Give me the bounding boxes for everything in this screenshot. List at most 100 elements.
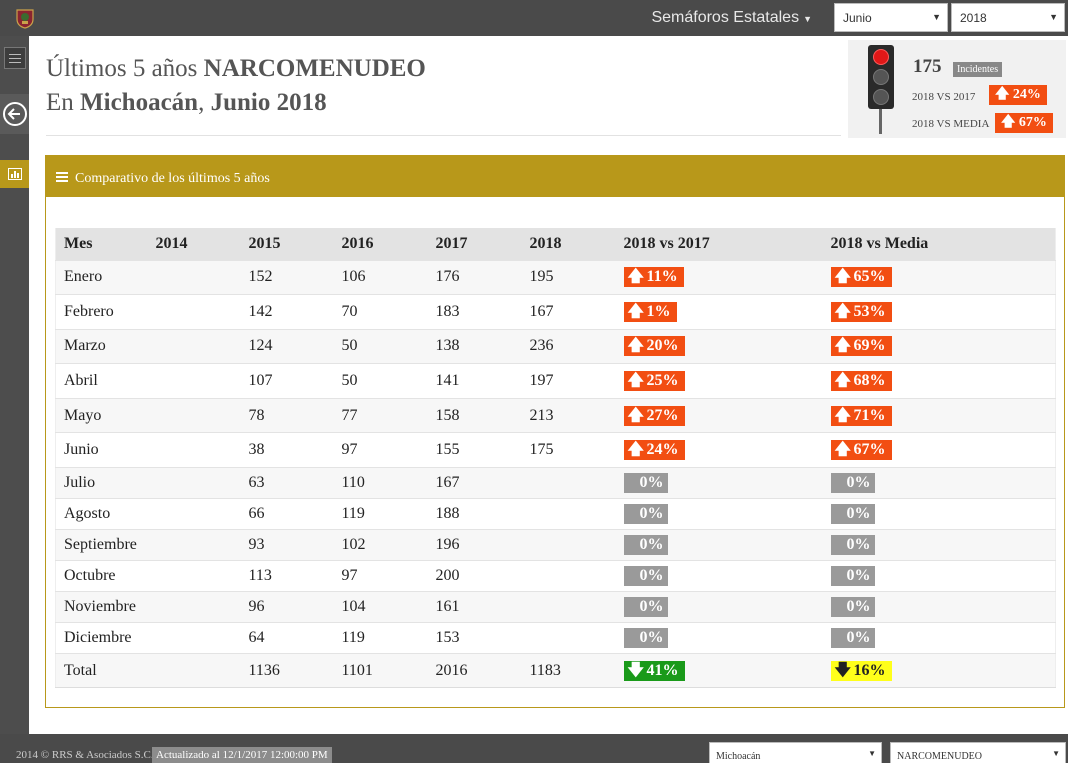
- subtitle-prefix: En: [46, 89, 74, 116]
- vs-mean-label: 2018 VS MEDIA: [912, 118, 990, 130]
- state-select-value: Michoacán: [716, 751, 761, 762]
- state-seal-logo-icon[interactable]: [14, 7, 36, 29]
- page-subtitle: En Michoacán, Junio 2018: [46, 89, 327, 117]
- cell-vsmedia: 0%: [822, 622, 1056, 654]
- change-value: 27%: [646, 406, 679, 424]
- arrow-up-icon: 🡅: [627, 441, 644, 459]
- cell-y2018: 236: [521, 328, 616, 364]
- change-value: 0%: [846, 567, 871, 585]
- cell-y2017: 138: [427, 328, 522, 364]
- change-badge: 🡅 71%: [830, 405, 892, 426]
- nav-dropdown-semaforos[interactable]: Semáforos Estatales ▼: [651, 9, 812, 27]
- cell-y2014: [147, 328, 241, 364]
- cell-y2018: [521, 591, 616, 623]
- change-value: 0%: [846, 474, 871, 492]
- change-value: 25%: [646, 372, 679, 390]
- arrow-down-icon: 🡇: [834, 661, 851, 679]
- cell-vs2017: 0%: [615, 622, 823, 654]
- change-value: 41%: [646, 661, 679, 679]
- subtitle-state: Michoacán: [80, 89, 199, 116]
- cell-y2017: 183: [427, 294, 522, 330]
- year-select-value: 2018: [960, 11, 987, 25]
- cell-y2016: 119: [333, 498, 428, 530]
- traffic-light-yellow: [873, 69, 889, 85]
- cell-y2018: 213: [521, 397, 616, 433]
- change-value: 24%: [646, 441, 679, 459]
- chevron-down-icon: ▼: [1049, 12, 1058, 22]
- sidebar-chart-button[interactable]: [0, 160, 29, 188]
- cell-vsmedia: 0%: [822, 467, 1056, 499]
- table-row: Noviembre 96 104 161 0% 0%: [55, 591, 1056, 623]
- cell-vs2017: 🡅 1%: [615, 294, 823, 330]
- cell-y2015: 78: [240, 397, 334, 433]
- change-value: 71%: [853, 406, 886, 424]
- year-select[interactable]: 2018 ▼: [951, 3, 1065, 32]
- cell-y2015: 64: [240, 622, 334, 654]
- cell-mes: Noviembre: [55, 591, 148, 623]
- vs-mean-badge: 🡅 67%: [995, 113, 1053, 133]
- cell-mes: Total: [55, 653, 148, 688]
- arrow-up-icon: 🡅: [627, 406, 644, 424]
- change-value: 68%: [853, 372, 886, 390]
- cell-vs2017: 0%: [615, 529, 823, 561]
- traffic-light-red: [873, 49, 889, 65]
- table-row: Julio 63 110 167 0% 0%: [55, 467, 1056, 499]
- table-row: Septiembre 93 102 196 0% 0%: [55, 529, 1056, 561]
- top-navbar: Semáforos Estatales ▼ Junio ▼ 2018 ▼: [0, 0, 1068, 36]
- cell-y2015: 66: [240, 498, 334, 530]
- change-value: 53%: [853, 302, 886, 320]
- arrow-up-icon: 🡅: [1001, 115, 1016, 130]
- crime-select[interactable]: NARCOMENUDEO ▼: [890, 742, 1066, 763]
- cell-y2014: [147, 363, 241, 399]
- sidebar-back-button[interactable]: [0, 94, 29, 134]
- cell-mes: Agosto: [55, 498, 148, 530]
- cell-y2018: 175: [521, 432, 616, 468]
- change-badge: 🡅 1%: [623, 301, 677, 322]
- cell-mes: Febrero: [55, 294, 148, 330]
- chevron-down-icon: ▼: [868, 749, 876, 758]
- change-badge: 0%: [623, 628, 668, 649]
- cell-y2015: 113: [240, 560, 334, 592]
- cell-y2016: 97: [333, 560, 428, 592]
- comparison-table: Mes 2014 2015 2016 2017 2018 2018 vs 201…: [55, 228, 1056, 689]
- change-badge: 0%: [830, 628, 875, 649]
- cell-vs2017: 🡅 24%: [615, 432, 823, 468]
- cell-vs2017: 0%: [615, 591, 823, 623]
- updated-badge: Actualizado al 12/1/2017 12:00:00 PM: [152, 747, 332, 763]
- arrow-left-circle-icon: [2, 102, 27, 126]
- table-header-row: Mes 2014 2015 2016 2017 2018 2018 vs 201…: [55, 228, 1056, 260]
- cell-vsmedia: 🡅 65%: [822, 259, 1056, 295]
- cell-y2017: 141: [427, 363, 522, 399]
- incident-count: 175: [913, 56, 942, 77]
- cell-y2014: [147, 294, 241, 330]
- cell-vs2017: 🡅 25%: [615, 363, 823, 399]
- state-select[interactable]: Michoacán ▼: [709, 742, 882, 763]
- month-select[interactable]: Junio ▼: [834, 3, 948, 32]
- table-row: Enero 152 106 176 195 🡅 11% 🡅 65%: [55, 259, 1056, 295]
- change-value: 0%: [639, 505, 664, 523]
- col-header-2016: 2016: [333, 228, 428, 260]
- change-badge: 0%: [830, 473, 875, 494]
- cell-vsmedia: 🡅 69%: [822, 328, 1056, 364]
- cell-y2014: [147, 259, 241, 295]
- hamburger-icon: [3, 47, 26, 69]
- cell-y2017: 188: [427, 498, 522, 530]
- cell-y2018: [521, 622, 616, 654]
- nav-dropdown-label: Semáforos Estatales: [651, 9, 800, 26]
- traffic-light-pole: [879, 106, 882, 134]
- table-body: Enero 152 106 176 195 🡅 11% 🡅 65% Febrero 142 70 183…: [55, 259, 1056, 688]
- sidebar: [0, 36, 29, 734]
- sidebar-menu-button[interactable]: [0, 44, 29, 72]
- cell-y2016: 77: [333, 397, 428, 433]
- cell-mes: Junio: [55, 432, 148, 468]
- cell-vsmedia: 🡅 68%: [822, 363, 1056, 399]
- change-badge: 🡅 68%: [830, 371, 892, 392]
- change-badge: 🡅 65%: [830, 267, 892, 288]
- change-badge: 🡅 67%: [830, 440, 892, 461]
- cell-mes: Abril: [55, 363, 148, 399]
- table-row: Agosto 66 119 188 0% 0%: [55, 498, 1056, 530]
- footer-bar: 2014 © RRS & Asociados S.C. Actualizado …: [0, 734, 1068, 763]
- cell-y2016: 110: [333, 467, 428, 499]
- table-row: Marzo 124 50 138 236 🡅 20% 🡅 69%: [55, 328, 1056, 364]
- cell-y2018: 195: [521, 259, 616, 295]
